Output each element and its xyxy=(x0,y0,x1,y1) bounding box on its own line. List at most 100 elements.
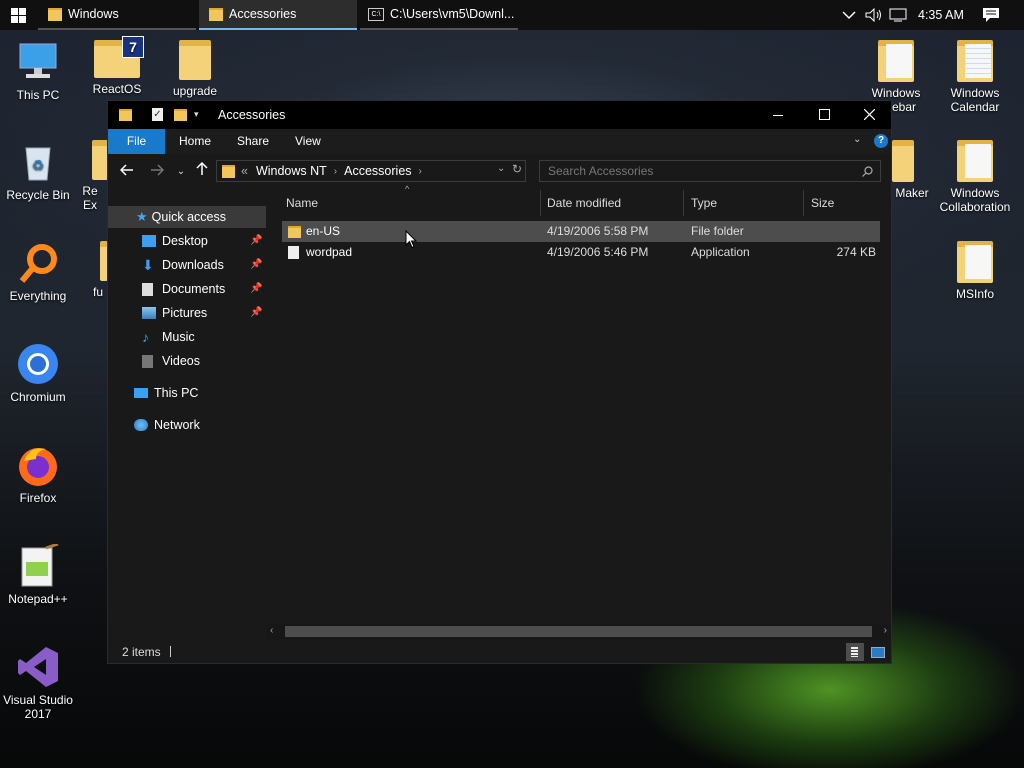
large-icons-view-button[interactable] xyxy=(868,643,886,661)
desktop-icon-label: Maker xyxy=(895,186,929,200)
action-center-icon[interactable] xyxy=(982,0,1000,30)
desktop-icon-windows-calendar[interactable]: Windows Calendar xyxy=(937,40,1013,114)
nav-label: Videos xyxy=(162,354,200,368)
taskbar-item-accessories[interactable]: Accessories xyxy=(199,0,357,30)
details-view-button[interactable] xyxy=(846,643,864,661)
expand-ribbon-icon[interactable]: ⌄ xyxy=(853,134,861,145)
nav-item-downloads[interactable]: ⬇ Downloads xyxy=(142,254,224,276)
desktop-icon-partial-re[interactable]: Re Ex xyxy=(70,140,110,212)
nav-item-documents[interactable]: Documents xyxy=(142,278,225,300)
minimize-button[interactable] xyxy=(758,101,798,129)
taskbar-item-label: Windows xyxy=(68,7,119,21)
volume-icon[interactable] xyxy=(865,0,883,30)
folder-icon xyxy=(179,40,211,80)
desktop-icon-movie-maker[interactable]: Maker xyxy=(890,140,934,200)
clock[interactable]: 4:35 AM xyxy=(918,0,964,30)
start-button[interactable] xyxy=(0,0,36,30)
desktop-icon-firefox[interactable]: Firefox xyxy=(0,443,76,505)
tab-home[interactable]: Home xyxy=(179,129,211,154)
desktop-icon xyxy=(142,235,156,247)
breadcrumb-separator-icon: › xyxy=(418,165,422,177)
desktop-icon-label: Visual Studio 2017 xyxy=(3,693,73,721)
column-header-name[interactable]: Name xyxy=(279,190,541,216)
desktop-icon-visual-studio[interactable]: Visual Studio 2017 xyxy=(0,645,76,721)
tray-chevron-icon[interactable] xyxy=(842,0,856,30)
scroll-right-icon[interactable]: › xyxy=(884,625,887,636)
nav-this-pc[interactable]: This PC xyxy=(134,382,198,404)
nav-item-videos[interactable]: Videos xyxy=(142,350,200,372)
videos-icon xyxy=(142,354,153,368)
desktop-icon-label: Windows Calendar xyxy=(950,86,1000,114)
address-dropdown-icon[interactable]: ⌄ xyxy=(497,163,505,174)
close-button[interactable] xyxy=(850,101,890,129)
desktop-icon-label: Ex xyxy=(82,198,97,212)
pictures-icon xyxy=(142,307,156,319)
file-list: ^ Name Date modified Type Size en-US 4/1… xyxy=(266,184,891,640)
properties-icon[interactable]: ✓ xyxy=(152,108,163,121)
search-input[interactable]: Search Accessories xyxy=(539,160,881,182)
up-button[interactable] xyxy=(193,161,211,182)
star-icon: ★ xyxy=(136,209,148,224)
this-pc-icon xyxy=(134,388,148,398)
taskbar-item-label: C:\Users\vm5\Downl... xyxy=(390,7,515,21)
folder-icon xyxy=(288,226,301,238)
breadcrumb-overflow[interactable]: « xyxy=(241,164,248,178)
minimize-icon xyxy=(773,115,783,116)
nav-quick-access[interactable]: ★ Quick access xyxy=(108,206,266,228)
taskbar-item-cmd[interactable]: C:\ C:\Users\vm5\Downl... xyxy=(360,0,518,30)
refresh-icon[interactable]: ↻ xyxy=(512,162,522,176)
nav-label: Music xyxy=(162,330,195,344)
taskbar-item-windows[interactable]: Windows xyxy=(38,0,196,30)
file-row[interactable]: wordpad 4/19/2006 5:46 PM Application 27… xyxy=(282,242,880,263)
desktop-icon-msinfo[interactable]: MSInfo xyxy=(937,241,1013,301)
file-type: File folder xyxy=(691,224,744,238)
title-bar[interactable]: ✓ ▾ Accessories xyxy=(108,101,891,129)
forward-button[interactable] xyxy=(148,162,166,182)
maximize-button[interactable] xyxy=(804,101,844,129)
nav-label: This PC xyxy=(154,386,199,400)
back-button[interactable] xyxy=(118,162,136,182)
breadcrumb-item[interactable]: Accessories xyxy=(344,164,411,178)
tab-share[interactable]: Share xyxy=(237,129,269,154)
recent-locations-chevron-icon[interactable]: ⌄ xyxy=(174,162,188,182)
horizontal-scrollbar[interactable]: ‹ › xyxy=(266,623,891,640)
network-tray-icon[interactable] xyxy=(889,0,907,30)
new-folder-icon[interactable] xyxy=(174,109,187,121)
breadcrumb-item[interactable]: Windows NT xyxy=(256,164,327,178)
desktop-icon-upgrade[interactable]: upgrade xyxy=(157,40,233,98)
folder-icon xyxy=(119,109,132,121)
desktop-icon-label: Re xyxy=(82,184,98,198)
desktop-icon-this-pc[interactable]: This PC xyxy=(0,40,76,102)
tab-file[interactable]: File xyxy=(108,129,165,154)
application-icon xyxy=(288,246,299,259)
column-header-type[interactable]: Type xyxy=(684,190,804,216)
large-icons-view-icon xyxy=(871,647,885,658)
windows-logo-icon xyxy=(10,7,26,23)
desktop-icon-notepadpp[interactable]: Notepad++ xyxy=(0,542,76,606)
window-title: Accessories xyxy=(218,108,286,122)
scroll-left-icon[interactable]: ‹ xyxy=(270,625,273,636)
desktop-icon-windows-collaboration[interactable]: Windows Collaboration xyxy=(932,140,1018,214)
desktop-icon-recycle-bin[interactable]: ♻ Recycle Bin xyxy=(0,140,76,202)
column-header-date[interactable]: Date modified xyxy=(540,190,684,216)
tab-view[interactable]: View xyxy=(295,129,321,154)
desktop-icon-reactos[interactable]: 7 ReactOS xyxy=(79,36,155,96)
pin-icon: 📌 xyxy=(250,307,263,318)
help-icon[interactable]: ? xyxy=(874,134,888,148)
nav-network[interactable]: Network xyxy=(134,414,200,436)
nav-item-music[interactable]: ♪ Music xyxy=(142,326,195,348)
address-bar[interactable]: « Windows NT › Accessories › ⌄ ↻ xyxy=(216,160,526,182)
column-header-size[interactable]: Size xyxy=(804,190,886,216)
file-row[interactable]: en-US 4/19/2006 5:58 PM File folder xyxy=(282,221,880,242)
nav-item-desktop[interactable]: Desktop xyxy=(142,230,208,252)
taskbar-item-label: Accessories xyxy=(229,7,297,21)
nav-label: Network xyxy=(154,418,200,432)
desktop-icon-label: ReactOS xyxy=(92,82,142,96)
desktop-icon-everything[interactable]: Everything xyxy=(0,241,76,303)
quick-access-toolbar-dropdown-icon[interactable]: ▾ xyxy=(194,109,199,120)
scroll-thumb[interactable] xyxy=(285,626,872,637)
mouse-cursor-icon xyxy=(405,230,417,249)
nav-item-pictures[interactable]: Pictures xyxy=(142,302,207,324)
folder-icon xyxy=(222,164,235,178)
desktop-icon-chromium[interactable]: Chromium xyxy=(0,342,76,404)
